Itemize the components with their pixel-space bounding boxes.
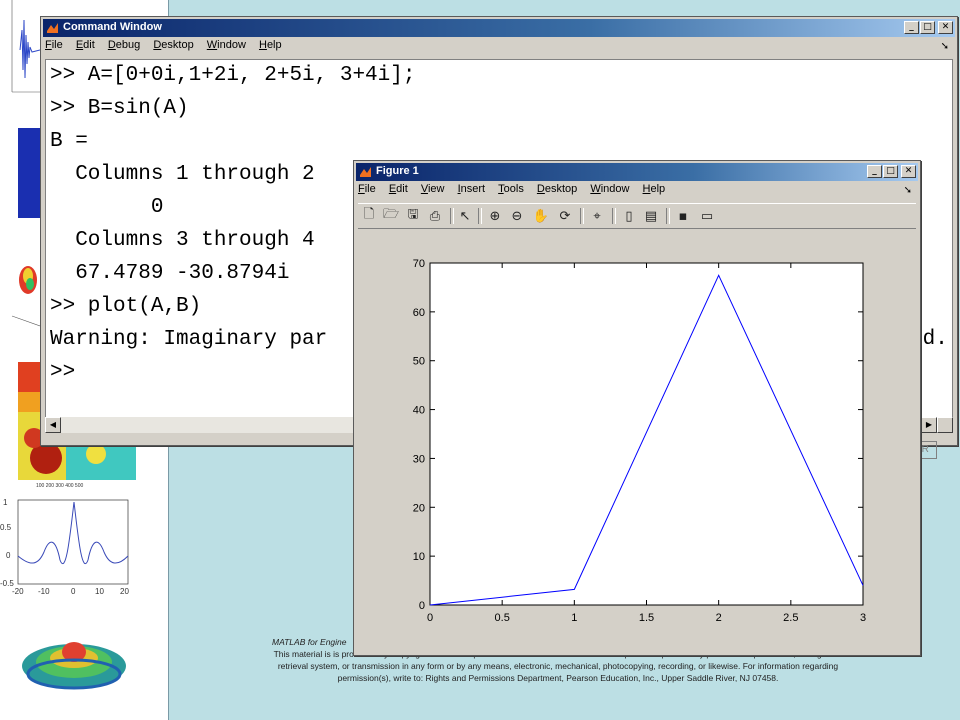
thumbnail-3d-surface [6, 246, 40, 332]
undock-arrow-icon[interactable]: ➘ [904, 185, 912, 196]
y-tick-label: 50 [413, 356, 425, 368]
thumb-ytick: 1 [3, 498, 8, 507]
figure-window-menubar: File Edit View Insert Tools Desktop Wind… [358, 183, 916, 201]
warning-line: Warning: Imaginary par [50, 328, 328, 351]
toolbar-separator [450, 208, 454, 224]
legend-icon[interactable]: ▤ [642, 207, 660, 225]
figure-window-title: Figure 1 [376, 165, 419, 177]
x-tick-label: 1.5 [639, 612, 654, 624]
command-line: >> A=[0+0i,1+2i, 2+5i, 3+4i]; [50, 64, 416, 87]
menu-desktop[interactable]: Desktop [153, 39, 193, 51]
menu-edit[interactable]: Edit [389, 183, 408, 195]
toolbar-separator [612, 208, 616, 224]
figure-toolbar: 🗋 🗁 🖫 ⎙ ↖ ⊕ ⊖ ✋ ⟳ ⌖ ▯ ▤ ▪ ▭ [358, 203, 916, 229]
output-line: Columns 1 through 2 [50, 163, 315, 186]
y-tick-label: 20 [413, 502, 425, 514]
thumbnail-waveform [6, 0, 40, 100]
output-line: 0 [50, 196, 164, 219]
x-tick-label: 0 [427, 612, 433, 624]
x-tick-label: 2.5 [783, 612, 798, 624]
menu-window[interactable]: Window [207, 39, 246, 51]
figure-window-titlebar[interactable]: Figure 1 _ □ ✕ [356, 163, 918, 181]
scroll-right-icon[interactable]: ▶ [921, 417, 937, 433]
hide-plot-tools-icon[interactable]: ▪ [674, 207, 692, 225]
plot-axes[interactable]: 0 0.5 1 1.5 2 2.5 3010203040506070 [354, 233, 918, 653]
footer-line-3: retrieval system, or transmission in any… [277, 661, 839, 671]
close-button[interactable]: ✕ [938, 21, 953, 34]
rotate-3d-icon[interactable]: ⟳ [556, 207, 574, 225]
data-cursor-icon[interactable]: ⌖ [588, 207, 606, 225]
menu-tools[interactable]: Tools [498, 183, 524, 195]
command-line: >> B=sin(A) [50, 97, 189, 120]
colorbar-icon[interactable]: ▯ [620, 207, 638, 225]
menu-insert[interactable]: Insert [458, 183, 486, 195]
y-tick-label: 10 [413, 551, 425, 563]
figure-window[interactable]: Figure 1 _ □ ✕ File Edit View Insert Too… [353, 160, 921, 656]
menu-debug[interactable]: Debug [108, 39, 140, 51]
maximize-button[interactable]: □ [920, 21, 935, 34]
matlab-logo-icon [47, 23, 58, 33]
command-line: >> plot(A,B) [50, 295, 202, 318]
undock-arrow-icon[interactable]: ➘ [941, 41, 949, 52]
axes-box [429, 262, 864, 606]
command-window-menubar: File Edit Debug Desktop Window Help ➘ [45, 39, 953, 57]
open-folder-icon[interactable]: 🗁 [382, 207, 400, 225]
print-icon[interactable]: ⎙ [426, 207, 444, 225]
new-file-icon[interactable]: 🗋 [360, 207, 378, 225]
toolbar-separator [478, 208, 482, 224]
zoom-out-icon[interactable]: ⊖ [508, 207, 526, 225]
menu-view[interactable]: View [421, 183, 445, 195]
x-tick-label: 0.5 [495, 612, 510, 624]
maximize-button[interactable]: □ [883, 165, 898, 178]
output-line: Columns 3 through 4 [50, 229, 315, 252]
thumb-xtick: 20 [120, 587, 129, 596]
scroll-left-icon[interactable]: ◀ [45, 417, 61, 433]
thumb-xtick: -10 [38, 587, 50, 596]
x-tick-label: 3 [860, 612, 866, 624]
menu-file[interactable]: File [358, 183, 376, 195]
thumb-xtick: 10 [95, 587, 104, 596]
y-tick-label: 0 [419, 600, 425, 612]
arrow-select-icon[interactable]: ↖ [456, 207, 474, 225]
thumbnail-sinc-plot: 1 0.5 0 -0.5 -20 -10 0 10 20 [0, 496, 140, 600]
thumb-xtick: -20 [12, 587, 24, 596]
footer-line-4: permission(s), write to: Rights and Perm… [337, 673, 779, 683]
x-tick-label: 1 [571, 612, 577, 624]
menu-file[interactable]: File [45, 39, 63, 51]
matlab-logo-icon [360, 167, 371, 177]
command-prompt[interactable]: >> [50, 361, 75, 384]
thumb-ytick: 0 [6, 551, 11, 560]
menu-help[interactable]: Help [259, 39, 282, 51]
toolbar-separator [580, 208, 584, 224]
y-tick-label: 60 [413, 307, 425, 319]
command-window-title: Command Window [63, 21, 162, 33]
zoom-in-icon[interactable]: ⊕ [486, 207, 504, 225]
close-button[interactable]: ✕ [901, 165, 916, 178]
show-plot-tools-icon[interactable]: ▭ [698, 207, 716, 225]
minimize-button[interactable]: _ [904, 21, 919, 34]
menu-window[interactable]: Window [590, 183, 629, 195]
svg-text:100 200 300 400 500: 100 200 300 400 500 [36, 483, 83, 488]
save-icon[interactable]: 🖫 [404, 207, 422, 225]
menu-desktop[interactable]: Desktop [537, 183, 577, 195]
thumbnail-3d-ripple [18, 618, 130, 696]
y-tick-label: 30 [413, 453, 425, 465]
thumb-ytick: 0.5 [0, 523, 12, 532]
output-line: B = [50, 130, 88, 153]
thumb-xtick: 0 [71, 587, 76, 596]
menu-help[interactable]: Help [643, 183, 666, 195]
output-line: 67.4789 -30.8794i [50, 262, 290, 285]
thumbnail-bar-image [6, 124, 40, 222]
x-tick-label: 2 [716, 612, 722, 624]
y-tick-label: 70 [413, 258, 425, 270]
pan-hand-icon[interactable]: ✋ [532, 207, 550, 225]
scroll-corner [937, 417, 953, 433]
menu-edit[interactable]: Edit [76, 39, 95, 51]
command-window-titlebar[interactable]: Command Window _ □ ✕ [43, 19, 955, 37]
y-tick-label: 40 [413, 405, 425, 417]
minimize-button[interactable]: _ [867, 165, 882, 178]
toolbar-separator [666, 208, 670, 224]
